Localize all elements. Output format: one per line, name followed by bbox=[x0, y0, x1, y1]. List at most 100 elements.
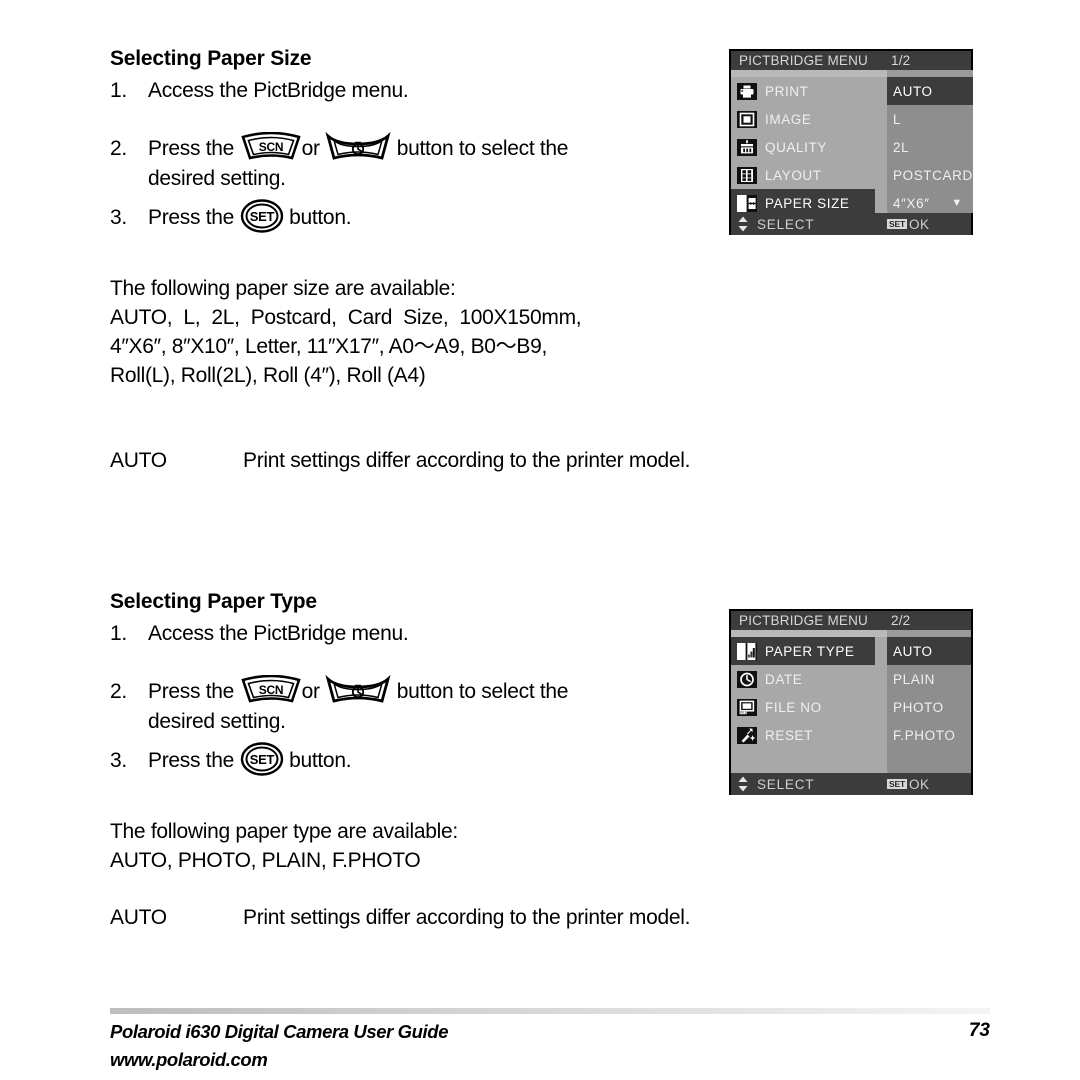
menu-value-postcard-label: POSTCARD bbox=[893, 167, 973, 183]
image-icon bbox=[737, 110, 757, 128]
scn-button-icon: SCN bbox=[240, 674, 302, 705]
menu-2-select-label: SELECT bbox=[757, 776, 815, 792]
paper-size-auto-note-value: Print settings differ according to the p… bbox=[243, 449, 691, 472]
step-1-number-type: 1. bbox=[110, 622, 127, 645]
footer-text: Polaroid i630 Digital Camera User Guide … bbox=[110, 1018, 448, 1074]
menu-2-title: PICTBRIDGE MENU bbox=[739, 613, 869, 628]
paper-size-list-line-1: AUTO, L, 2L, Postcard, Card Size, 100X15… bbox=[110, 306, 582, 329]
menu-item-file-no[interactable]: 001 FILE NO bbox=[731, 693, 887, 721]
file-no-icon: 001 bbox=[737, 698, 757, 716]
step-1-number: 1. bbox=[110, 79, 127, 102]
pictbridge-menu-screen-1[interactable]: PICTBRIDGE MENU 1/2 PRINT IMAGE QUALITY … bbox=[729, 49, 973, 235]
step-1-paper-type: 1. Access the PictBridge menu. bbox=[110, 619, 710, 649]
paper-type-intro: The following paper type are available: bbox=[110, 820, 458, 843]
menu-2-left-strip bbox=[731, 630, 887, 637]
menu-item-paper-size-label: PAPER SIZE bbox=[765, 195, 850, 211]
step-1-text-type: Access the PictBridge menu. bbox=[148, 622, 409, 645]
menu-1-value-column: AUTO L 2L POSTCARD 4″X6″ ▼ bbox=[887, 70, 973, 213]
paper-size-list-line-2: 4″X6″, 8″X10″, Letter, 11″X17″, A0～A9, B… bbox=[110, 335, 547, 358]
paper-size-auto-note-key: AUTO bbox=[110, 449, 167, 472]
step-3-number: 3. bbox=[110, 206, 127, 229]
svg-text:SCN: SCN bbox=[258, 140, 282, 154]
up-down-arrows-icon bbox=[737, 776, 749, 792]
menu-1-right-strip bbox=[887, 70, 973, 77]
step-2-post-text-type: button to select the bbox=[396, 680, 569, 703]
reset-icon bbox=[737, 726, 757, 744]
paper-size-list-line-3: Roll(L), Roll(2L), Roll (4″), Roll (A4) bbox=[110, 364, 426, 387]
menu2-value-auto[interactable]: AUTO bbox=[887, 637, 971, 665]
menu-item-image[interactable]: IMAGE bbox=[731, 105, 887, 133]
menu-item-print[interactable]: PRINT bbox=[731, 77, 887, 105]
menu-value-postcard[interactable]: POSTCARD bbox=[887, 161, 973, 189]
menu-value-auto-label: AUTO bbox=[893, 83, 933, 99]
menu2-value-fphoto[interactable]: F.PHOTO bbox=[887, 721, 971, 749]
paper-type-auto-note-value: Print settings differ according to the p… bbox=[243, 906, 691, 929]
page-title-paper-size: Selecting Paper Size bbox=[110, 47, 312, 70]
up-down-arrows-icon bbox=[737, 216, 749, 232]
menu-2-ok-label: OK bbox=[908, 776, 930, 792]
pictbridge-menu-screen-2[interactable]: PICTBRIDGE MENU 2/2 PAPER TYPE DATE 001 … bbox=[729, 609, 973, 795]
menu-item-reset[interactable]: RESET bbox=[731, 721, 887, 749]
menu-2-item-column: PAPER TYPE DATE 001 FILE NO RESET bbox=[731, 630, 887, 773]
svg-text:001: 001 bbox=[740, 710, 746, 714]
page-footer: Polaroid i630 Digital Camera User Guide … bbox=[110, 1008, 1080, 1080]
menu-item-print-label: PRINT bbox=[765, 83, 809, 99]
step-3-number-type: 3. bbox=[110, 749, 127, 772]
section-selecting-paper-size: Selecting Paper Size 1. Access the PictB… bbox=[110, 46, 710, 233]
printer-icon bbox=[737, 82, 757, 100]
step-3-pre-text-type: Press the bbox=[148, 749, 235, 772]
svg-text:SET: SET bbox=[249, 209, 274, 224]
step-2-post-text: button to select the bbox=[396, 137, 569, 160]
menu-item-file-no-label: FILE NO bbox=[765, 699, 822, 715]
layout-icon bbox=[737, 166, 757, 184]
menu2-value-photo[interactable]: PHOTO bbox=[887, 693, 971, 721]
menu-value-2l[interactable]: 2L bbox=[887, 133, 973, 161]
menu-1-ok-label: OK bbox=[908, 216, 930, 232]
step-3-post-text: button. bbox=[289, 206, 352, 229]
menu2-value-fphoto-label: F.PHOTO bbox=[893, 727, 956, 743]
svg-text:SET: SET bbox=[249, 752, 274, 767]
menu-1-item-column: PRINT IMAGE QUALITY LAYOUT PAPER SIZE bbox=[731, 70, 887, 217]
menu-value-4x6-label: 4″X6″ bbox=[893, 195, 930, 211]
chevron-down-icon[interactable]: ▼ bbox=[951, 197, 963, 209]
menu-item-image-label: IMAGE bbox=[765, 111, 812, 127]
footer-divider bbox=[110, 1008, 990, 1014]
step-2-paper-size: 2. Press the SCN or button to select the… bbox=[110, 131, 710, 194]
set-badge-icon: SET bbox=[887, 779, 907, 789]
scn-button-icon: SCN bbox=[240, 131, 302, 162]
menu-2-status-bar: SELECT SET OK bbox=[731, 773, 971, 795]
menu2-value-photo-label: PHOTO bbox=[893, 699, 944, 715]
menu-value-auto[interactable]: AUTO bbox=[887, 77, 973, 105]
menu2-value-plain-label: PLAIN bbox=[893, 671, 936, 687]
menu-1-status-bar: SELECT SET OK bbox=[731, 213, 971, 235]
menu2-value-plain[interactable]: PLAIN bbox=[887, 665, 971, 693]
step-1-text: Access the PictBridge menu. bbox=[148, 79, 409, 102]
menu-value-l-label: L bbox=[893, 111, 902, 127]
set-button-icon: SET bbox=[240, 742, 284, 776]
step-2-number: 2. bbox=[110, 137, 127, 160]
footer-website[interactable]: www.polaroid.com bbox=[110, 1046, 448, 1074]
menu-1-title-bar: PICTBRIDGE MENU 1/2 bbox=[731, 51, 971, 70]
svg-text:SCN: SCN bbox=[258, 683, 282, 697]
paper-type-icon bbox=[737, 642, 757, 660]
paper-type-auto-note: AUTO Print settings differ according to … bbox=[110, 903, 890, 932]
menu-1-page-indicator: 1/2 bbox=[891, 53, 911, 68]
menu-item-layout-label: LAYOUT bbox=[765, 167, 822, 183]
menu-2-set-ok: SET OK bbox=[887, 777, 929, 792]
set-button-icon: SET bbox=[240, 199, 284, 233]
step-2-pre-text-type: Press the bbox=[148, 680, 235, 703]
menu-2-body: PAPER TYPE DATE 001 FILE NO RESET AUTO P… bbox=[731, 630, 971, 773]
menu-item-date[interactable]: DATE bbox=[731, 665, 887, 693]
page-number: 73 bbox=[968, 1020, 990, 1041]
section-selecting-paper-type: Selecting Paper Type 1. Access the PictB… bbox=[110, 589, 710, 776]
menu-value-l[interactable]: L bbox=[887, 105, 973, 133]
menu-item-quality[interactable]: QUALITY bbox=[731, 133, 887, 161]
menu-item-layout[interactable]: LAYOUT bbox=[731, 161, 887, 189]
step-2-number-type: 2. bbox=[110, 680, 127, 703]
paper-size-auto-note: AUTO Print settings differ according to … bbox=[110, 446, 890, 475]
menu-2-value-column: AUTO PLAIN PHOTO F.PHOTO bbox=[887, 630, 971, 773]
menu-item-paper-type[interactable]: PAPER TYPE bbox=[731, 637, 875, 665]
quality-icon bbox=[737, 138, 757, 156]
step-1-paper-size: 1. Access the PictBridge menu. bbox=[110, 76, 710, 106]
menu-1-body: PRINT IMAGE QUALITY LAYOUT PAPER SIZE AU… bbox=[731, 70, 973, 217]
